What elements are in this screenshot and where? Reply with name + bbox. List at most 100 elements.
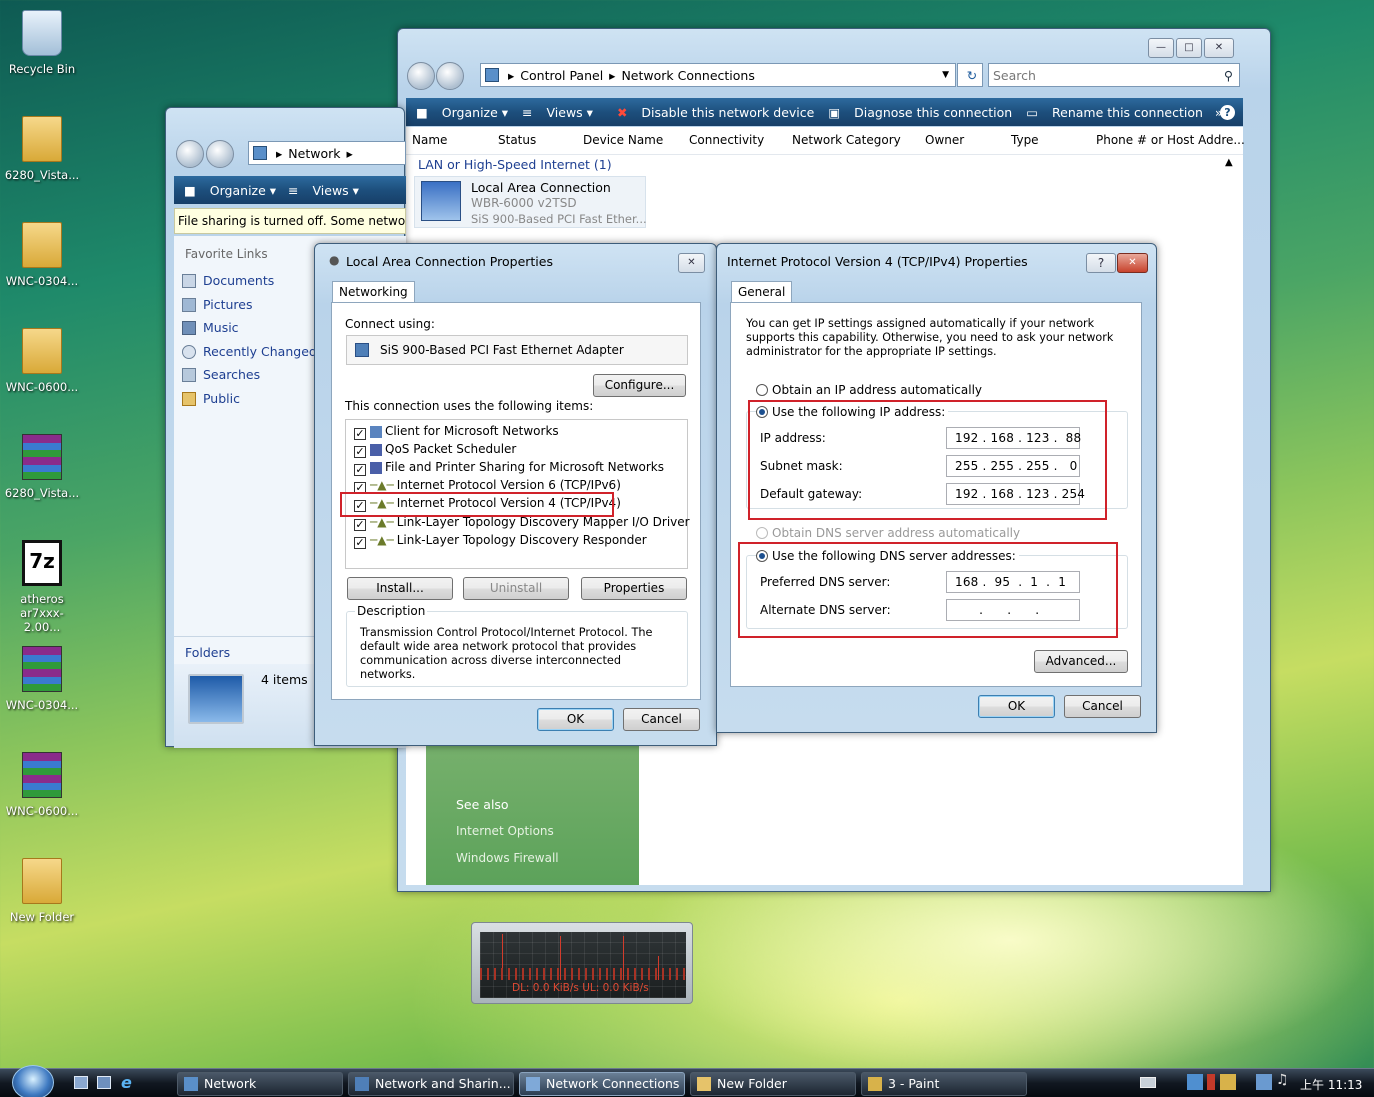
show-desktop-icon[interactable] [74, 1076, 88, 1089]
internet-explorer-icon[interactable]: e [121, 1073, 132, 1092]
networking-tab-page: Connect using: SiS 900-Based PCI Fast Et… [331, 302, 701, 700]
radio-button[interactable] [756, 384, 768, 396]
views-button[interactable]: ≡ Views ▾ [288, 183, 359, 198]
collapse-icon[interactable]: ▲ [1225, 157, 1233, 168]
ok-button[interactable]: OK [978, 695, 1055, 718]
breadcrumb-item[interactable]: Network Connections [621, 68, 754, 83]
nav-link[interactable]: Pictures [182, 297, 252, 312]
rename-button[interactable]: ▭ Rename this connection [1026, 105, 1203, 120]
column-header[interactable]: Type [1011, 133, 1039, 147]
obtain-ip-auto-radio[interactable]: Obtain an IP address automatically [756, 383, 982, 397]
column-header[interactable]: Status [498, 133, 536, 147]
documents-icon [182, 274, 196, 288]
desktop-icon-archive[interactable]: WNC-0304... [3, 646, 81, 712]
checkbox[interactable]: ✓ [354, 464, 366, 476]
column-header[interactable]: Owner [925, 133, 964, 147]
nav-link[interactable]: Documents [182, 273, 274, 288]
views-button[interactable]: ≡ Views ▾ [522, 105, 593, 120]
advanced-button[interactable]: Advanced... [1034, 650, 1128, 673]
taskbar-button-new-folder[interactable]: New Folder [690, 1072, 856, 1096]
tray-icon[interactable] [1207, 1074, 1215, 1090]
cancel-button[interactable]: Cancel [623, 708, 700, 731]
list-item[interactable]: ✓ ─▲─ Link-Layer Topology Discovery Respon… [354, 533, 647, 549]
close-button[interactable]: ✕ [1204, 38, 1234, 58]
taskbar-button-network[interactable]: Network [177, 1072, 343, 1096]
tray-icon[interactable] [1220, 1074, 1236, 1090]
desktop-icon-recycle-bin[interactable]: Recycle Bin [3, 10, 81, 76]
checkbox[interactable]: ✓ [354, 428, 366, 440]
back-button[interactable] [176, 140, 204, 168]
info-bar[interactable]: File sharing is turned off. Some network [174, 208, 406, 234]
organize-button[interactable]: ■ Organize ▾ [184, 183, 276, 198]
group-header[interactable]: LAN or High-Speed Internet (1) [418, 157, 612, 172]
connection-item[interactable]: Local Area Connection WBR-6000 v2TSD SiS… [414, 176, 647, 228]
breadcrumb-item[interactable]: Network [288, 146, 340, 161]
meter-baseline [480, 968, 686, 980]
tray-icon[interactable] [1187, 1074, 1203, 1090]
list-item[interactable]: ✓ Client for Microsoft Networks [354, 424, 559, 440]
address-bar[interactable]: ▸ Control Panel ▸ Network Connections ▼ [480, 63, 956, 87]
column-header[interactable]: Device Name [583, 133, 663, 147]
see-also-link[interactable]: Windows Firewall [456, 851, 559, 865]
desktop-icon-folder[interactable]: 6280_Vista... [3, 116, 81, 182]
properties-button[interactable]: Properties [581, 577, 687, 600]
nav-link[interactable]: Music [182, 320, 239, 335]
refresh-button[interactable]: ↻ [957, 63, 983, 87]
taskbar-button-sharing-center[interactable]: Network and Sharin... [348, 1072, 514, 1096]
clock[interactable]: 上午 11:13 [1300, 1076, 1362, 1093]
forward-button[interactable] [206, 140, 234, 168]
start-button[interactable] [12, 1065, 54, 1097]
chevron-down-icon[interactable]: ▼ [942, 70, 949, 80]
network-tray-icon[interactable] [1256, 1074, 1272, 1090]
diagnose-button[interactable]: ▣ Diagnose this connection [828, 105, 1012, 120]
column-header[interactable]: Network Category [792, 133, 901, 147]
obtain-dns-auto-radio[interactable]: Obtain DNS server address automatically [756, 526, 1020, 540]
checkbox[interactable]: ✓ [354, 519, 366, 531]
organize-button[interactable]: ■ Organize ▾ [416, 105, 508, 120]
switch-windows-icon[interactable] [97, 1076, 111, 1089]
taskbar-button-paint[interactable]: 3 - Paint [861, 1072, 1027, 1096]
see-also-link[interactable]: Internet Options [456, 824, 554, 838]
checkbox[interactable]: ✓ [354, 446, 366, 458]
nav-link[interactable]: Public [182, 391, 240, 406]
help-icon[interactable]: ? [1220, 104, 1235, 120]
nav-link[interactable]: Searches [182, 367, 260, 382]
tab-networking[interactable]: Networking [332, 281, 415, 303]
maximize-button[interactable]: □ [1176, 38, 1202, 58]
network-meter-gadget[interactable]: DL: 0.0 KiB/s UL: 0.0 KiB/s [471, 922, 693, 1004]
ok-button[interactable]: OK [537, 708, 614, 731]
desktop-icon-archive[interactable]: WNC-0600... [3, 752, 81, 818]
desktop-icon-7z[interactable]: 7z atheros ar7xxx-2.00... [3, 540, 81, 634]
minimize-button[interactable]: — [1148, 38, 1174, 58]
forward-button[interactable] [436, 62, 464, 90]
keyboard-icon[interactable] [1140, 1077, 1156, 1088]
checkbox[interactable]: ✓ [354, 537, 366, 549]
address-bar[interactable]: ▸ Network ▸ [248, 141, 406, 165]
search-input[interactable]: Search ⚲ [988, 63, 1240, 87]
tab-general[interactable]: General [731, 281, 793, 303]
list-item[interactable]: ✓ File and Printer Sharing for Microsoft … [354, 460, 664, 476]
configure-button[interactable]: Configure... [593, 374, 686, 397]
desktop-icon-folder[interactable]: WNC-0600... [3, 328, 81, 394]
column-header[interactable]: Phone # or Host Addre... [1096, 133, 1245, 147]
close-button[interactable]: ✕ [1117, 253, 1148, 273]
desktop-icon-folder[interactable]: New Folder [3, 858, 81, 924]
desktop-icon-folder[interactable]: WNC-0304... [3, 222, 81, 288]
taskbar-button-network-connections[interactable]: Network Connections [519, 1072, 685, 1096]
volume-icon[interactable]: ♫ [1276, 1072, 1289, 1088]
desktop-icon-archive[interactable]: 6280_Vista... [3, 434, 81, 500]
back-button[interactable] [407, 62, 435, 90]
help-button[interactable]: ? [1086, 253, 1116, 273]
radio-button[interactable] [756, 527, 768, 539]
list-item[interactable]: ✓ QoS Packet Scheduler [354, 442, 516, 458]
uninstall-button[interactable]: Uninstall [463, 577, 569, 600]
column-header[interactable]: Name [412, 133, 447, 147]
breadcrumb-item[interactable]: Control Panel [520, 68, 603, 83]
column-header[interactable]: Connectivity [689, 133, 764, 147]
install-button[interactable]: Install... [347, 577, 453, 600]
cancel-button[interactable]: Cancel [1064, 695, 1141, 718]
nav-link[interactable]: Recently Changed [182, 344, 317, 359]
list-item[interactable]: ✓ ─▲─ Link-Layer Topology Discovery Mapper… [354, 515, 690, 531]
disable-device-button[interactable]: ✖ Disable this network device [607, 105, 814, 120]
close-button[interactable]: ✕ [678, 253, 705, 273]
